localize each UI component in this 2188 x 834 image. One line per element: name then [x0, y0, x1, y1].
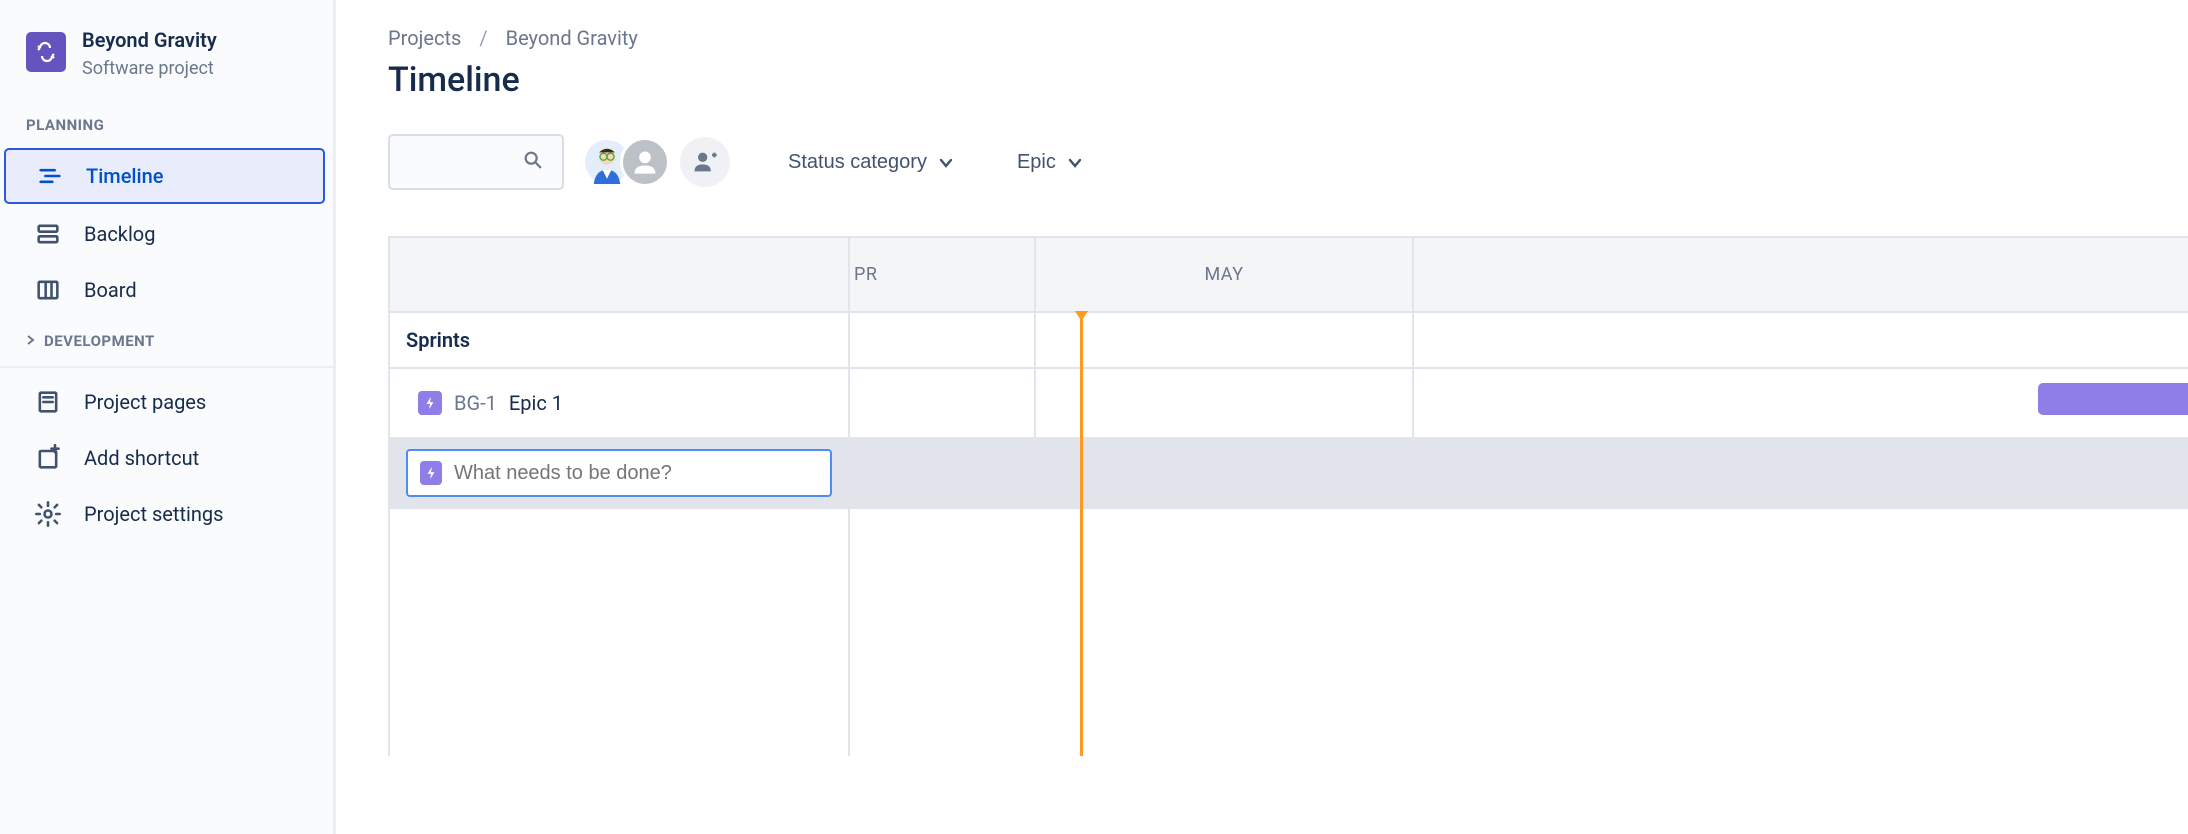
chevron-down-icon: [1068, 151, 1082, 174]
timeline-header-left: [390, 238, 850, 311]
sidebar-item-label: Project pages: [84, 390, 206, 414]
sprints-row-left: Sprints: [390, 313, 850, 367]
timeline-month-next: [1414, 238, 2188, 311]
timeline-body[interactable]: [390, 509, 2188, 756]
main-content: Projects / Beyond Gravity Timeline Statu…: [336, 0, 2188, 834]
page-icon: [34, 388, 62, 416]
project-name: Beyond Gravity: [82, 28, 217, 52]
sidebar-item-label: Add shortcut: [84, 446, 199, 470]
sidebar-item-add-shortcut[interactable]: Add shortcut: [4, 432, 325, 484]
section-development-label: DEVELOPMENT: [44, 332, 155, 350]
project-subtitle: Software project: [82, 58, 217, 80]
chevron-right-icon: [26, 334, 36, 348]
epic-key: BG-1: [454, 391, 497, 415]
sidebar-item-label: Backlog: [84, 222, 155, 246]
sidebar-divider: [0, 366, 333, 368]
filter-label: Epic: [1017, 151, 1056, 174]
timeline-icon: [36, 162, 64, 190]
add-people-button[interactable]: [680, 137, 730, 187]
search-input[interactable]: [388, 134, 564, 190]
sprints-row: Sprints: [390, 313, 2188, 369]
status-category-filter[interactable]: Status category: [782, 143, 959, 182]
sidebar-item-label: Timeline: [86, 164, 163, 188]
board-icon: [34, 276, 62, 304]
timeline-month-apr: PR: [850, 238, 1036, 311]
timeline-grid: PR MAY Sprints BG-1 Epic 1: [388, 236, 2188, 756]
epic-icon: [418, 391, 442, 415]
epic-bar[interactable]: [2038, 383, 2188, 415]
backlog-icon: [34, 220, 62, 248]
epic-filter[interactable]: Epic: [1011, 143, 1088, 182]
sidebar-item-timeline[interactable]: Timeline: [4, 148, 325, 204]
filter-label: Status category: [788, 151, 927, 174]
new-epic-input[interactable]: [454, 462, 818, 485]
project-header[interactable]: Beyond Gravity Software project: [0, 28, 333, 104]
gear-icon: [34, 500, 62, 528]
new-epic-input-container[interactable]: [406, 449, 832, 497]
breadcrumb-root[interactable]: Projects: [388, 26, 461, 50]
section-development[interactable]: DEVELOPMENT: [0, 320, 333, 360]
breadcrumb-current[interactable]: Beyond Gravity: [506, 26, 638, 50]
new-epic-row: [390, 439, 2188, 509]
sidebar-item-project-pages[interactable]: Project pages: [4, 376, 325, 428]
timeline-header: PR MAY: [390, 238, 2188, 313]
search-icon: [522, 149, 544, 175]
sidebar: Beyond Gravity Software project PLANNING…: [0, 0, 336, 834]
add-shortcut-icon: [34, 444, 62, 472]
project-avatar-icon: [26, 32, 66, 72]
sidebar-item-board[interactable]: Board: [4, 264, 325, 316]
sprints-label: Sprints: [406, 328, 470, 352]
epic-title: Epic 1: [509, 391, 563, 415]
avatar-unassigned[interactable]: [620, 137, 670, 187]
today-marker: [1080, 313, 1083, 756]
sidebar-item-label: Project settings: [84, 502, 223, 526]
timeline-month-may: MAY: [1036, 238, 1414, 311]
breadcrumb-separator: /: [479, 26, 487, 50]
sidebar-item-backlog[interactable]: Backlog: [4, 208, 325, 260]
chevron-down-icon: [939, 151, 953, 174]
sidebar-item-project-settings[interactable]: Project settings: [4, 488, 325, 540]
breadcrumbs: Projects / Beyond Gravity: [388, 26, 2188, 50]
toolbar: Status category Epic: [388, 134, 2188, 190]
epic-row[interactable]: BG-1 Epic 1: [390, 369, 2188, 439]
epic-icon: [420, 461, 442, 485]
page-title: Timeline: [388, 60, 2188, 100]
sidebar-item-label: Board: [84, 278, 137, 302]
assignee-avatars: [582, 137, 730, 187]
section-planning-label: PLANNING: [0, 104, 333, 144]
